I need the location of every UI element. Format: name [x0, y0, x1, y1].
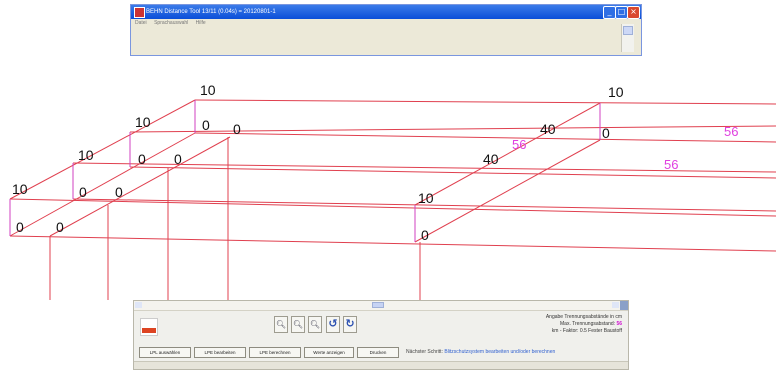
show-values-button[interactable]: Werte anzeigen	[304, 347, 354, 358]
label-zero-5: 0	[79, 184, 87, 200]
drawing-lines	[9, 99, 776, 300]
resize-corner[interactable]	[620, 301, 628, 310]
label-forty-1: 40	[540, 121, 556, 137]
status-bar	[134, 361, 628, 369]
label-forty-2: 40	[483, 151, 499, 167]
label-zero-4: 0	[174, 151, 182, 167]
next-step-link[interactable]: Blitzschutzsystem bearbeiten und/oder be…	[444, 349, 555, 355]
label-zero-3: 0	[138, 151, 146, 167]
next-step: Nächster Schritt: Blitzschutzsystem bear…	[406, 349, 555, 355]
label-upper-3: 10	[78, 147, 94, 163]
lpl-select-button[interactable]: LPL auswählen	[139, 347, 191, 358]
label-distance-3: 56	[664, 157, 678, 172]
scroll-left-arrow[interactable]	[135, 302, 142, 308]
distance-info: Angabe Trennungsabstände in cm Max. Tren…	[546, 314, 622, 335]
label-zero-8: 0	[56, 219, 64, 235]
max-distance-value: 56	[616, 321, 622, 327]
control-panel: 🔍︎ 🔍︎ 🔍︎ ↺ ↻ Angabe Trennungsabstände in…	[133, 300, 629, 370]
label-upper-5: 10	[608, 84, 624, 100]
label-zero-1: 0	[202, 117, 210, 133]
zoom-out-icon[interactable]: 🔍︎	[291, 316, 305, 333]
label-distance-2: 56	[724, 124, 738, 139]
info-heading: Angabe Trennungsabstände in cm	[545, 314, 622, 320]
next-step-label: Nächster Schritt:	[406, 349, 443, 355]
label-zero-10: 0	[421, 227, 429, 243]
label-distance-1: 56	[512, 137, 526, 152]
lpe-calculate-button[interactable]: LPE berechnen	[249, 347, 301, 358]
label-upper-2: 10	[135, 114, 151, 130]
logo-icon	[140, 318, 158, 336]
label-zero-7: 0	[16, 219, 24, 235]
drawing-uprights	[9, 100, 601, 242]
rotate-left-icon[interactable]: ↺	[326, 316, 340, 333]
label-zero-9: 0	[602, 125, 610, 141]
label-zero-6: 0	[115, 184, 123, 200]
max-distance-label: Max. Trennungsabstand:	[560, 321, 616, 327]
lpe-edit-button[interactable]: LPE bearbeiten	[194, 347, 246, 358]
print-button[interactable]: Drucken	[357, 347, 399, 358]
horizontal-scrollbar[interactable]	[134, 301, 628, 311]
zoom-in-icon[interactable]: 🔍︎	[274, 316, 288, 333]
zoom-fit-icon[interactable]: 🔍︎	[308, 316, 322, 333]
scroll-right-arrow[interactable]	[612, 302, 619, 308]
label-upper-4: 10	[12, 181, 28, 197]
km-factor: km - Faktor: 0.5 Fester Baustoff	[551, 328, 622, 334]
rotate-right-icon[interactable]: ↻	[343, 316, 357, 333]
label-zero-2: 0	[233, 121, 241, 137]
scrollbar-thumb[interactable]	[372, 302, 384, 308]
label-upper-6: 10	[418, 190, 434, 206]
label-upper-1: 10	[200, 82, 216, 98]
